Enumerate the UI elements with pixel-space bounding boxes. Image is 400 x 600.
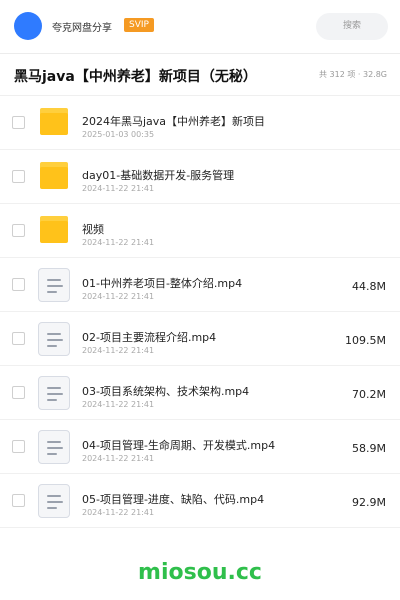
select-checkbox[interactable] [12,386,25,399]
file-date: 2024-11-22 21:41 [82,400,155,409]
file-date: 2024-11-22 21:41 [82,292,155,301]
video-file-icon [38,268,70,302]
list-item[interactable]: 2024年黑马java【中州养老】新项目 2025-01-03 00:35 [0,96,400,150]
video-file-icon [38,322,70,356]
file-name: 2024年黑马java【中州养老】新项目 [82,115,266,128]
page-title: 黑马java【中州养老】新项目（无秘） [14,69,257,85]
video-file-icon [38,430,70,464]
file-name: 02-项目主要流程介绍.mp4 [82,331,217,344]
top-bar: 夸克网盘分享 SVIP 搜索 [0,0,400,54]
avatar[interactable] [14,12,42,40]
share-meta: 共 312 项 · 32.8G [319,70,387,79]
file-size: 70.2M [352,388,386,401]
file-date: 2024-11-22 21:41 [82,508,155,517]
file-size: 58.9M [352,442,386,455]
file-name: 05-项目管理-进度、缺陷、代码.mp4 [82,493,265,506]
file-name: 03-项目系统架构、技术架构.mp4 [82,385,250,398]
file-name: 视频 [82,223,104,236]
file-date: 2024-11-22 21:41 [82,346,155,355]
svip-badge: SVIP [124,18,154,32]
list-item[interactable]: 视频 2024-11-22 21:41 [0,204,400,258]
select-checkbox[interactable] [12,224,25,237]
list-item[interactable]: 01-中州养老项目-整体介绍.mp4 2024-11-22 21:41 44.8… [0,258,400,312]
select-checkbox[interactable] [12,170,25,183]
list-item[interactable]: 05-项目管理-进度、缺陷、代码.mp4 2024-11-22 21:41 92… [0,474,400,528]
list-item[interactable]: 02-项目主要流程介绍.mp4 2024-11-22 21:41 109.5M [0,312,400,366]
search-button[interactable]: 搜索 [316,13,388,40]
brand-name: 夸克网盘分享 [52,23,112,34]
file-name: 01-中州养老项目-整体介绍.mp4 [82,277,243,290]
select-checkbox[interactable] [12,332,25,345]
list-item[interactable]: 04-项目管理-生命周期、开发模式.mp4 2024-11-22 21:41 5… [0,420,400,474]
select-checkbox[interactable] [12,494,25,507]
folder-icon [38,162,68,192]
file-name: 04-项目管理-生命周期、开发模式.mp4 [82,439,276,452]
file-name: day01-基础数据开发-服务管理 [82,169,235,182]
file-date: 2024-11-22 21:41 [82,454,155,463]
video-file-icon [38,484,70,518]
file-list: 2024年黑马java【中州养老】新项目 2025-01-03 00:35 da… [0,96,400,528]
file-date: 2025-01-03 00:35 [82,130,155,139]
list-item[interactable]: 03-项目系统架构、技术架构.mp4 2024-11-22 21:41 70.2… [0,366,400,420]
file-size: 109.5M [345,334,386,347]
file-date: 2024-11-22 21:41 [82,238,155,247]
share-header: 黑马java【中州养老】新项目（无秘） 共 312 项 · 32.8G [0,54,400,96]
select-checkbox[interactable] [12,116,25,129]
folder-icon [38,108,68,138]
select-checkbox[interactable] [12,440,25,453]
file-size: 92.9M [352,496,386,509]
watermark: miosou.cc [138,560,262,585]
folder-icon [38,216,68,246]
file-date: 2024-11-22 21:41 [82,184,155,193]
select-checkbox[interactable] [12,278,25,291]
list-item[interactable]: day01-基础数据开发-服务管理 2024-11-22 21:41 [0,150,400,204]
video-file-icon [38,376,70,410]
file-size: 44.8M [352,280,386,293]
